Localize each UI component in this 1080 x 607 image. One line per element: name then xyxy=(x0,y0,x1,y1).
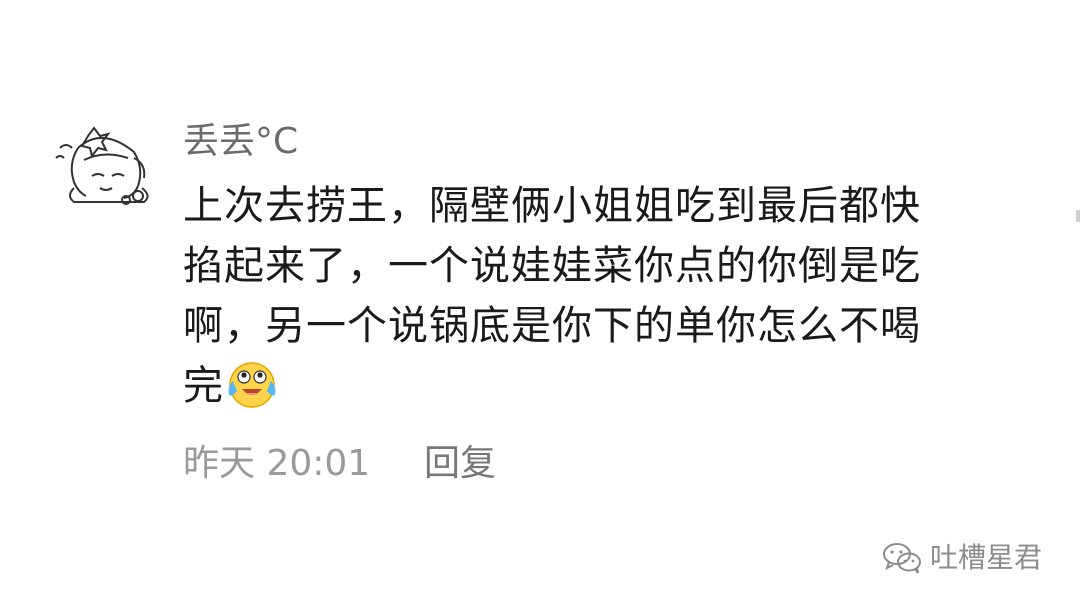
comment-line: 上次去捞王，隔壁俩小姐姐吃到最后都快 xyxy=(183,183,921,229)
comment-timestamp: 昨天 20:01 xyxy=(183,443,371,484)
scroll-edge-indicator xyxy=(1076,210,1080,222)
comment-line-last: 完 xyxy=(183,356,1033,416)
comment-text: 上次去捞王，隔壁俩小姐姐吃到最后都快 掐起来了，一个说娃娃菜你点的你倒是吃 啊，… xyxy=(183,176,1033,416)
comment-line: 啊，另一个说锅底是你下的单你怎么不喝 xyxy=(183,303,921,349)
comment-line: 掐起来了，一个说娃娃菜你点的你倒是吃 xyxy=(183,243,921,289)
comment-line-text: 完 xyxy=(183,363,224,409)
crying-laughing-emoji-icon xyxy=(228,362,276,408)
wechat-icon xyxy=(882,543,921,574)
reply-button[interactable]: 回复 xyxy=(424,440,496,488)
username[interactable]: 丢丢°C xyxy=(183,118,298,166)
avatar[interactable] xyxy=(48,118,156,208)
watermark-label: 吐槽星君 xyxy=(929,541,1042,574)
watermark: 吐槽星君 xyxy=(882,538,1042,578)
